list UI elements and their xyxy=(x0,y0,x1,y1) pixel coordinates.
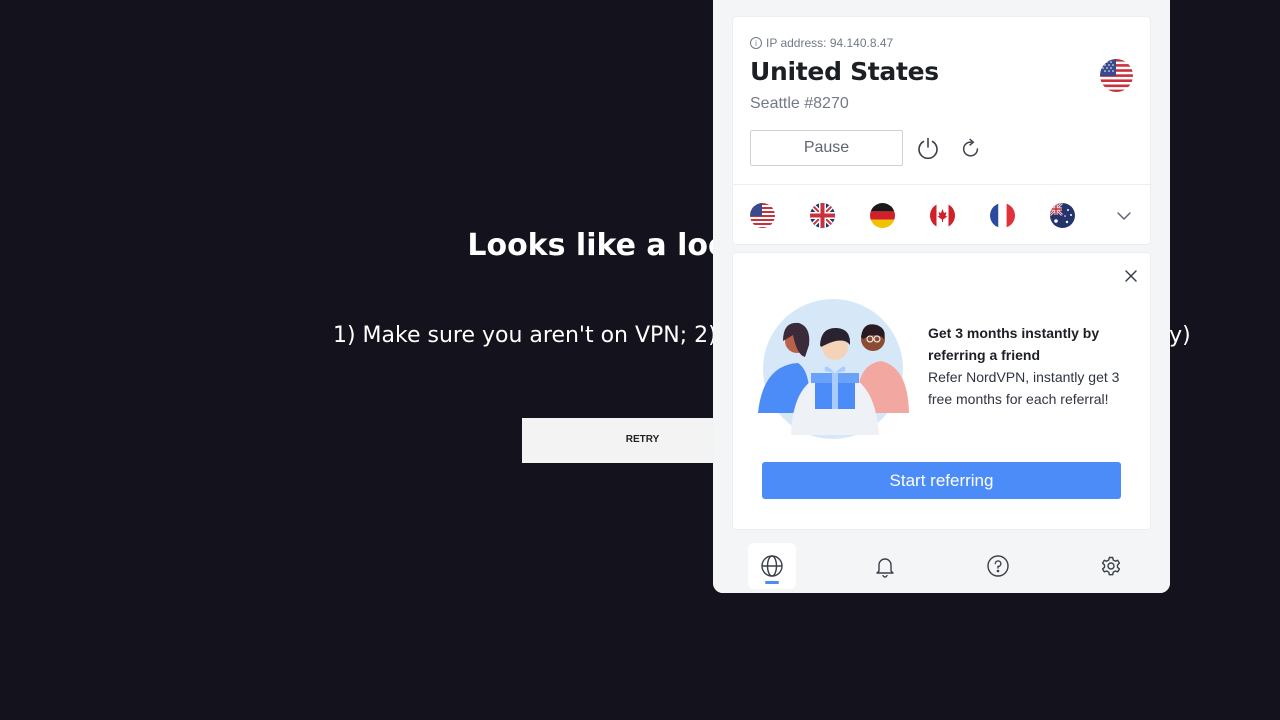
promo-title: Get 3 months instantly by referring a fr… xyxy=(928,325,1100,363)
info-icon: i xyxy=(750,37,762,49)
help-icon xyxy=(987,555,1009,577)
nav-help[interactable] xyxy=(974,543,1022,589)
germany-flag-icon[interactable] xyxy=(870,203,895,228)
bottom-nav xyxy=(713,541,1170,593)
reconnect-button[interactable] xyxy=(957,135,985,163)
referral-illustration xyxy=(758,299,909,439)
quick-connect-flags xyxy=(750,203,1140,229)
canada-flag-icon[interactable] xyxy=(930,203,955,228)
referral-promo-card: Get 3 months instantly by referring a fr… xyxy=(732,252,1151,530)
nav-settings[interactable] xyxy=(1087,543,1135,589)
ip-address-label: IP address: 94.140.8.47 xyxy=(766,36,894,50)
bell-icon xyxy=(876,558,894,578)
divider xyxy=(733,184,1152,185)
ip-address-row: i IP address: 94.140.8.47 xyxy=(750,36,893,50)
globe-icon xyxy=(761,555,783,577)
nav-notifications[interactable] xyxy=(861,543,909,589)
power-button[interactable] xyxy=(914,134,942,162)
united-states-flag-icon[interactable] xyxy=(750,203,775,228)
chevron-down-icon[interactable] xyxy=(1113,205,1135,227)
start-referring-button[interactable]: Start referring xyxy=(762,462,1121,499)
pause-button[interactable]: Pause xyxy=(750,130,903,166)
france-flag-icon[interactable] xyxy=(990,203,1015,228)
united-states-flag-icon xyxy=(1100,59,1133,92)
nav-globe[interactable] xyxy=(748,543,796,589)
server-name: Seattle #8270 xyxy=(750,95,849,112)
united-kingdom-flag-icon[interactable] xyxy=(810,203,835,228)
connected-country: United States xyxy=(750,57,939,86)
connection-card: i IP address: 94.140.8.47 United States … xyxy=(732,16,1152,245)
vpn-popup: i IP address: 94.140.8.47 United States … xyxy=(713,0,1170,593)
close-icon[interactable] xyxy=(1121,266,1141,286)
gear-icon xyxy=(1101,556,1121,576)
active-indicator xyxy=(765,581,779,584)
power-icon xyxy=(918,137,938,160)
australia-flag-icon[interactable] xyxy=(1050,203,1075,228)
refresh-icon xyxy=(963,138,979,157)
promo-body: Refer NordVPN, instantly get 3 free mont… xyxy=(928,369,1120,407)
